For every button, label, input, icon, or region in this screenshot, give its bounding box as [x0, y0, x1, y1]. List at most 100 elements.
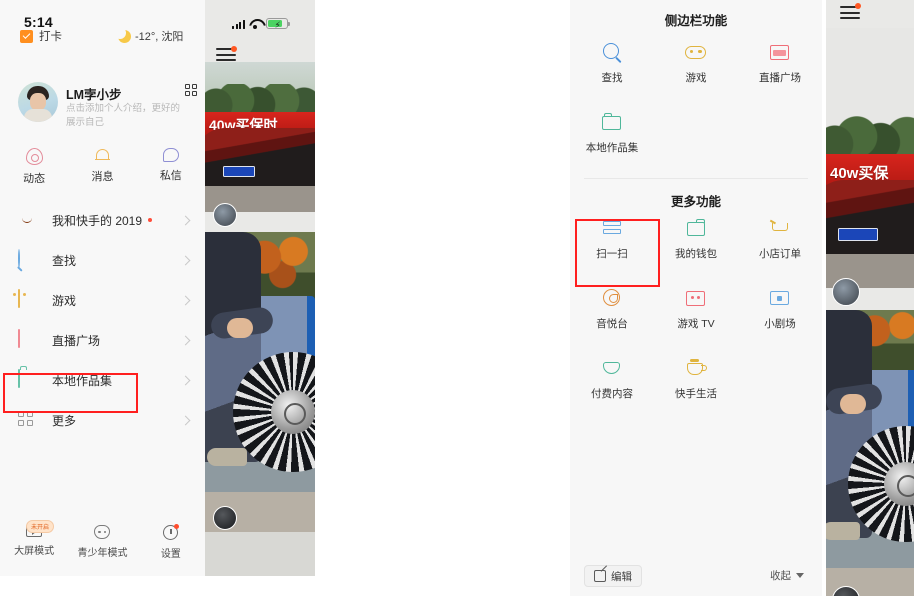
quick-item-label: 大屏模式	[14, 546, 55, 557]
section-title-more-functions: 更多功能	[670, 195, 721, 209]
sheet-item-game[interactable]: 游戏	[654, 42, 738, 90]
quick-item-settings[interactable]: 设置	[137, 524, 205, 560]
teen-mode-icon	[94, 525, 111, 539]
kwai-2019-icon	[18, 210, 38, 230]
feed-peek-column[interactable]: 40w买保时	[205, 0, 315, 576]
avatar[interactable]	[18, 82, 58, 122]
search-icon	[18, 249, 38, 270]
stat-label: 动态	[23, 173, 46, 185]
sheet-item-local-works[interactable]: 本地作品集	[570, 112, 654, 160]
sheet-item-empty	[654, 112, 738, 160]
sheet-item-label: 小剧场	[764, 318, 796, 330]
sheet-item-search[interactable]: 查找	[570, 42, 654, 90]
sidebar-item-search[interactable]: 查找	[0, 240, 205, 280]
game-icon	[685, 42, 707, 62]
sheet-item-game-tv[interactable]: 游戏 TV	[654, 288, 738, 336]
stat-label: 消息	[91, 171, 114, 183]
quick-item-label: 青少年模式	[77, 548, 128, 559]
stat-sixin[interactable]: 私信	[137, 148, 205, 186]
profile-bio[interactable]: 点击添加个人介绍，更好的展示自己	[66, 102, 186, 130]
far-video-preview[interactable]: 40w买保	[826, 28, 914, 596]
signal-bars-icon	[232, 19, 245, 29]
video-car	[205, 128, 315, 186]
quick-item-big-screen[interactable]: 未开启 大屏模式	[0, 520, 68, 560]
weather-widget[interactable]: -12°, 沈阳	[114, 26, 184, 44]
far-video-preview-second[interactable]	[826, 310, 914, 590]
sidebar-functions-grid: 查找 游戏 直播广场 本地作品集	[570, 42, 822, 160]
highlight-box-more	[3, 373, 138, 413]
feed-mini-avatar[interactable]	[213, 203, 237, 227]
folder-icon	[601, 112, 623, 132]
stat-dongtai[interactable]: 动态	[0, 148, 68, 186]
weather-label: -12°, 沈阳	[135, 31, 184, 43]
highlight-box-scan	[575, 219, 660, 287]
qr-code-icon[interactable]	[185, 84, 197, 96]
video-license-plate	[223, 166, 255, 177]
checkin-check-icon	[20, 29, 33, 43]
wallet-icon	[685, 218, 707, 238]
far-video-car	[826, 180, 914, 254]
stat-xiaoxi[interactable]: 消息	[68, 148, 136, 186]
hamburger-menu-icon[interactable]	[840, 3, 861, 20]
sheet-item-shop-orders[interactable]: 小店订单	[738, 218, 822, 266]
quick-item-label: 设置	[160, 549, 181, 560]
edit-button[interactable]: 编辑	[584, 565, 642, 587]
diamond-icon	[601, 358, 623, 378]
avatar-body	[24, 109, 52, 122]
sidebar-item-label: 查找	[52, 253, 77, 268]
profile-header[interactable]: LM孛小步 点击添加个人介绍，更好的展示自己	[0, 82, 205, 134]
qr-cell	[185, 84, 191, 90]
sidebar-item-live[interactable]: 直播广场	[0, 320, 205, 360]
hamburger-red-dot	[855, 3, 861, 9]
sidebar-item-game[interactable]: 游戏	[0, 280, 205, 320]
sheet-item-empty	[738, 358, 822, 406]
sheet-item-kwai-life[interactable]: 快手生活	[654, 358, 738, 406]
far-feed-mini-avatar[interactable]	[832, 278, 860, 306]
status-bar-icons: ⚡	[232, 18, 290, 30]
sheet-item-live[interactable]: 直播广场	[738, 42, 822, 90]
search-icon	[601, 42, 623, 62]
sheet-item-label: 音悦台	[596, 318, 628, 330]
sidebar-item-2019[interactable]: 我和快手的 2019	[0, 200, 205, 240]
section-title-sidebar-functions: 侧边栏功能	[664, 14, 728, 28]
video-preview-second[interactable]	[205, 232, 315, 522]
chat-bubble-icon	[162, 148, 179, 162]
cup-icon	[685, 358, 707, 378]
chevron-right-icon	[180, 295, 191, 305]
bottom-quick-bar: 未开启 大屏模式 青少年模式 设置	[0, 520, 205, 560]
far-right-feed-peek[interactable]: 40w买保	[826, 0, 914, 596]
checkin-button[interactable]: 打卡	[20, 28, 62, 44]
sheet-item-label: 本地作品集	[585, 142, 639, 154]
quick-item-teen-mode[interactable]: 青少年模式	[68, 525, 136, 560]
big-screen-badge: 未开启	[26, 520, 55, 533]
collapse-button[interactable]: 收起	[770, 568, 804, 583]
profile-stats-row: 动态 消息 私信	[0, 148, 205, 186]
chevron-right-icon	[180, 415, 191, 425]
stat-label: 私信	[159, 170, 182, 182]
sheet-item-wallet[interactable]: 我的钱包	[654, 218, 738, 266]
eye-icon	[25, 148, 43, 165]
sheet-item-label: 游戏 TV	[677, 318, 715, 330]
stage-icon	[769, 288, 791, 308]
edit-button-label: 编辑	[611, 570, 632, 583]
far-video2-hand	[840, 394, 866, 414]
sheet-item-theater[interactable]: 小剧场	[738, 288, 822, 336]
video-trees	[205, 84, 315, 114]
video-preview[interactable]: 40w买保时	[205, 62, 315, 576]
checkin-label: 打卡	[39, 31, 62, 43]
sheet-item-paid-content[interactable]: 付费内容	[570, 358, 654, 406]
left-sidebar-drawer: 5:14 打卡 -12°, 沈阳 LM孛小步 点击添加个人介绍，更好的展示自己 …	[0, 0, 205, 576]
chevron-right-icon	[180, 335, 191, 345]
live-icon	[769, 42, 791, 62]
profile-username: LM孛小步	[66, 88, 122, 102]
sheet-item-label: 直播广场	[759, 72, 801, 84]
bell-icon	[94, 148, 110, 163]
hamburger-menu-icon[interactable]	[216, 46, 237, 62]
sheet-item-music[interactable]: 音悦台	[570, 288, 654, 336]
wifi-icon	[249, 19, 262, 29]
grid-icon	[18, 410, 38, 430]
pencil-edit-icon	[594, 570, 606, 582]
feed-mini-avatar-2[interactable]	[213, 506, 237, 530]
qr-cell	[191, 84, 197, 90]
sheet-item-label: 快手生活	[675, 388, 717, 400]
